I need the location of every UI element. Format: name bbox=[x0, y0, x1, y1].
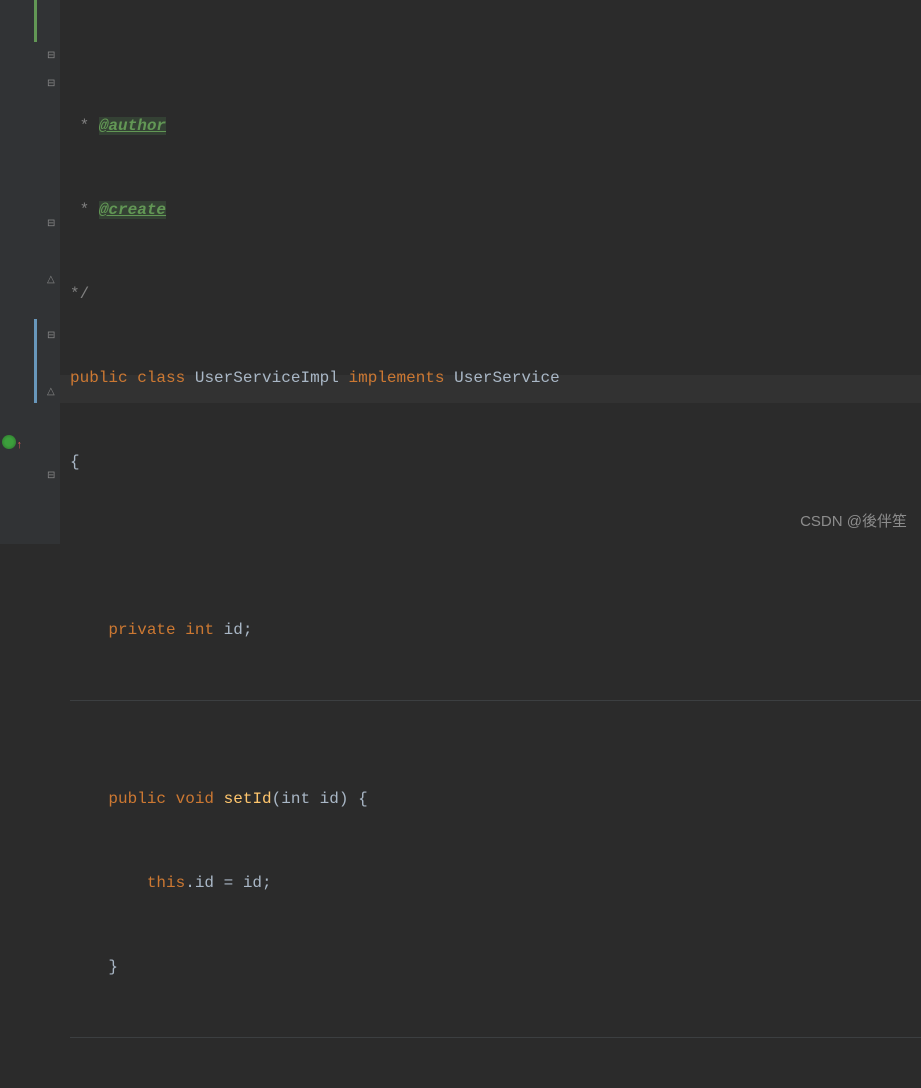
code-editor[interactable]: ⊟ ⊟ ⊟ △ ⊟ △ ⊟ ↑ * @author * @create */ p… bbox=[0, 0, 921, 544]
fold-icon[interactable]: ⊟ bbox=[47, 211, 55, 239]
fold-icon[interactable]: △ bbox=[47, 267, 55, 295]
watermark: CSDN @後伴笙 bbox=[800, 508, 907, 536]
doc-comment: * @create bbox=[70, 201, 166, 219]
fold-icon[interactable]: ⊟ bbox=[47, 323, 55, 351]
fold-icon[interactable]: ⊟ bbox=[47, 71, 55, 99]
blank-line bbox=[70, 700, 921, 729]
fold-icon[interactable]: ⊟ bbox=[47, 43, 55, 71]
change-stripe bbox=[34, 319, 37, 403]
override-arrow-icon: ↑ bbox=[16, 432, 23, 460]
field-declaration: private int id; bbox=[70, 616, 921, 644]
method-setter: public void setId(int id) { bbox=[70, 785, 921, 813]
doc-end: */ bbox=[70, 285, 89, 303]
blank-line bbox=[70, 1037, 921, 1066]
brace-close: } bbox=[70, 953, 921, 981]
gutter: ⊟ ⊟ ⊟ △ ⊟ △ ⊟ ↑ bbox=[0, 0, 60, 544]
setter-body: this.id = id; bbox=[70, 869, 921, 897]
doc-comment: * @author bbox=[70, 117, 166, 135]
override-gutter-icon[interactable] bbox=[2, 435, 16, 449]
brace-open: { bbox=[70, 448, 921, 476]
blank-line bbox=[70, 532, 921, 560]
fold-icon[interactable]: △ bbox=[47, 379, 55, 407]
code-area[interactable]: * @author * @create */ public class User… bbox=[60, 0, 921, 544]
change-stripe bbox=[34, 0, 37, 42]
fold-icon[interactable]: ⊟ bbox=[47, 463, 55, 491]
